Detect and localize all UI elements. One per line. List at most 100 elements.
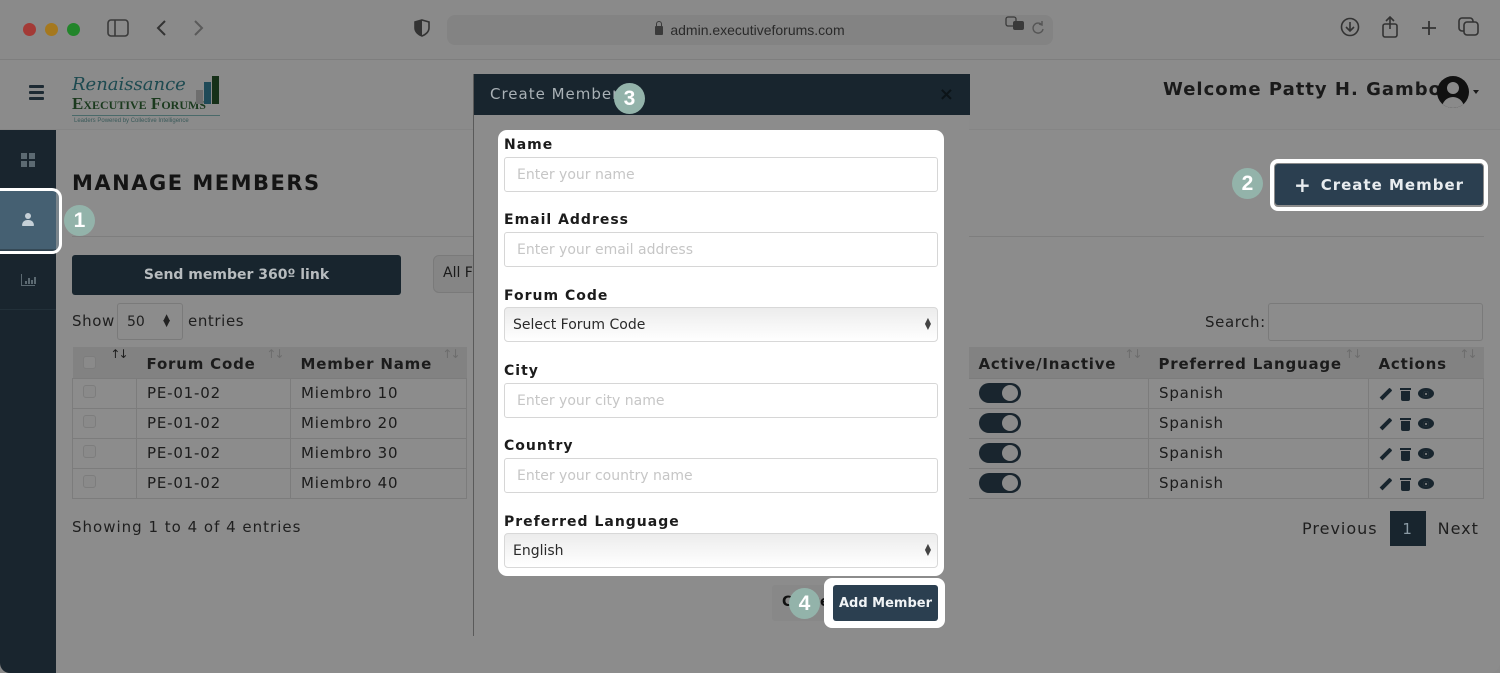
chevron-down-icon[interactable] [1473,90,1479,94]
language-cell: Spanish [1148,377,1369,409]
entries-per-page-select[interactable]: 50 ▲ ▼ [117,303,183,340]
row-checkbox-cell[interactable] [72,407,137,439]
new-tab-icon[interactable] [1418,16,1440,44]
member-form: Name Enter your name Email Address Enter… [498,130,944,576]
share-icon[interactable] [1379,15,1401,44]
column-header-forum-code[interactable]: Forum Code ↑↓ [136,347,291,378]
shield-icon[interactable] [412,16,432,44]
reload-icon[interactable] [1029,15,1047,43]
sort-icon[interactable]: ↑↓ [1124,347,1142,361]
actions-cell [1368,467,1484,499]
create-member-button[interactable]: + Create Member [1275,164,1483,205]
minimize-window-button[interactable] [45,23,58,36]
send-360-link-button[interactable]: Send member 360º link [72,255,401,295]
language-cell: Spanish [1148,437,1369,469]
sidebar-toggle-icon[interactable] [106,16,130,44]
delete-icon[interactable] [1400,477,1411,491]
welcome-text: Welcome Patty H. Gamboa [1163,79,1456,100]
table-row: PE-01-02 Miembro 20 [72,407,467,439]
language-cell: Spanish [1148,407,1369,439]
select-arrows-icon: ▲ ▼ [924,316,931,331]
view-icon[interactable] [1418,418,1434,429]
table-row: PE-01-02 Miembro 40 [72,467,467,499]
delete-icon[interactable] [1400,417,1411,431]
tabs-overview-icon[interactable] [1457,16,1481,44]
add-member-button[interactable]: Add Member [833,585,938,621]
edit-icon[interactable] [1379,477,1393,491]
delete-icon[interactable] [1400,447,1411,461]
edit-icon[interactable] [1379,417,1393,431]
sidebar-item-dashboard[interactable] [0,130,56,190]
edit-icon[interactable] [1379,447,1393,461]
step-badge: 4 [789,588,820,619]
delete-icon[interactable] [1400,387,1411,401]
sort-icon[interactable]: ↑↓ [110,347,128,361]
country-input[interactable]: Enter your country name [504,458,938,493]
active-toggle[interactable] [979,383,1021,403]
browser-toolbar: admin.executiveforums.com [0,0,1500,60]
step-highlight [0,188,62,254]
sidebar-item-reports[interactable] [0,250,56,310]
modal-title: Create Member [490,85,620,103]
sort-icon[interactable]: ↑↓ [442,347,460,361]
view-icon[interactable] [1418,448,1434,459]
lock-icon [655,21,664,35]
forum-code-cell: PE-01-02 [136,467,291,499]
sort-icon[interactable]: ↑↓ [1459,347,1477,361]
maximize-window-button[interactable] [67,23,80,36]
translate-icon[interactable] [1003,15,1027,43]
page-button-1[interactable]: 1 [1389,511,1426,546]
row-checkbox[interactable] [83,445,96,458]
active-toggle[interactable] [979,443,1021,463]
column-header-language[interactable]: Preferred Language ↑↓ [1148,347,1369,378]
select-all-checkbox[interactable] [82,355,96,369]
row-checkbox[interactable] [83,385,96,398]
view-icon[interactable] [1418,388,1434,399]
forward-icon[interactable] [190,16,208,44]
row-checkbox[interactable] [83,415,96,428]
search-input[interactable] [1268,303,1483,341]
entries-per-page-value: 50 [127,314,145,330]
member-name-cell: Miembro 40 [290,467,467,499]
language-label: Preferred Language [504,514,680,530]
city-input[interactable]: Enter your city name [504,383,938,418]
language-select[interactable]: English ▲ ▼ [504,533,938,568]
view-icon[interactable] [1418,478,1434,489]
next-page-button[interactable]: Next [1426,519,1491,538]
table-row: Spanish [968,377,1484,409]
row-checkbox-cell[interactable] [72,467,137,499]
email-input[interactable]: Enter your email address [504,232,938,267]
column-header-actions[interactable]: Actions ↑↓ [1368,347,1484,378]
menu-icon[interactable] [29,85,44,100]
row-checkbox-cell[interactable] [72,437,137,469]
edit-icon[interactable] [1379,387,1393,401]
sort-icon[interactable]: ↑↓ [266,347,284,361]
close-icon[interactable]: × [939,84,954,105]
table-header-row: ↑↓ Forum Code ↑↓ Member Name ↑↓ [72,347,467,378]
previous-page-button[interactable]: Previous [1290,519,1390,538]
forum-code-select[interactable]: Select Forum Code ▲ ▼ [504,307,938,342]
avatar[interactable] [1437,76,1469,108]
active-toggle[interactable] [979,473,1021,493]
url-text: admin.executiveforums.com [670,22,845,38]
logo-bar-icon [212,76,219,104]
member-name-cell: Miembro 30 [290,437,467,469]
modal-header: Create Member × [474,74,970,115]
members-table-left: ↑↓ Forum Code ↑↓ Member Name ↑↓ PE-01-02 M… [72,347,467,499]
active-toggle[interactable] [979,413,1021,433]
close-window-button[interactable] [23,23,36,36]
row-checkbox-cell[interactable] [72,377,137,409]
logo[interactable]: Renaissance Executive Forums Leaders Pow… [70,70,225,130]
name-input[interactable]: Enter your name [504,157,938,192]
address-bar[interactable]: admin.executiveforums.com [447,15,1053,45]
back-icon[interactable] [152,16,170,44]
select-all-header[interactable]: ↑↓ [72,347,137,378]
language-cell: Spanish [1148,467,1369,499]
column-header-active[interactable]: Active/Inactive ↑↓ [968,347,1149,378]
browser-window: admin.executiveforums.com Renaissance Ex… [0,0,1500,673]
sort-icon[interactable]: ↑↓ [1344,347,1362,361]
download-icon[interactable] [1339,16,1361,44]
row-checkbox[interactable] [83,475,96,488]
bar-chart-icon [21,273,36,286]
column-header-member-name[interactable]: Member Name ↑↓ [290,347,467,378]
